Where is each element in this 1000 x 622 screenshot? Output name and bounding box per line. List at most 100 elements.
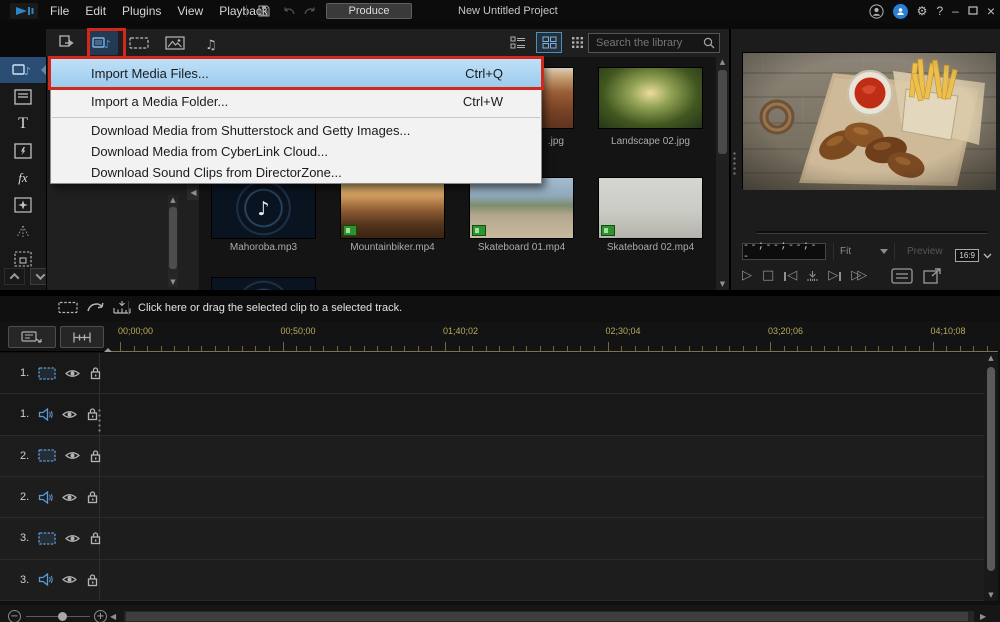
preview-resize-handle[interactable] [733,151,736,177]
range-selection-button[interactable] [60,326,104,348]
preview-seek-bar[interactable] [757,231,987,234]
menu-item-download-media-from-cyberlink-cloud[interactable]: Download Media from CyberLink Cloud... [51,141,541,162]
menu-item-download-sound-clips-from-directorzone[interactable]: Download Sound Clips from DirectorZone..… [51,162,541,183]
timeline-scroll-right-icon[interactable]: ▶ [980,612,986,622]
audio-track-row[interactable]: 1. [0,394,984,435]
minimize-icon[interactable]: – [952,0,959,22]
video-thumbnail[interactable] [598,177,703,239]
audio-track-row[interactable]: 3. [0,560,984,601]
close-icon[interactable]: × [987,0,995,22]
track-visibility-eye-icon[interactable] [62,492,77,503]
video-track-row[interactable]: 1. [0,353,984,394]
fast-forward-button[interactable]: ▷▷ [851,267,867,285]
track-header-resize-handle[interactable] [97,408,102,432]
cyberlink-account-avatar[interactable] [893,4,908,19]
redo-icon[interactable] [303,6,317,16]
menu-item-download-media-from-shutterstock-and-getty-images[interactable]: Download Media from Shutterstock and Get… [51,120,541,141]
sidebar-item-particle-room[interactable] [0,192,46,218]
menu-plugins[interactable]: Plugins [122,4,161,18]
undock-preview-button[interactable] [923,268,942,284]
help-icon[interactable]: ? [936,0,943,22]
explorer-scroll-down-icon[interactable]: ▼ [168,277,178,287]
media-item-skateboard-02-mp4[interactable]: Skateboard 02.mp4 [598,177,703,253]
timeline-hint-text[interactable]: Click here or drag the selected clip to … [138,302,402,314]
timeline-vertical-scrollbar[interactable]: ▲ ▼ [984,353,998,601]
sidebar-item-title-room[interactable]: T [0,111,46,137]
menu-file[interactable]: File [50,4,69,18]
menu-item-import-media-files[interactable]: Import Media Files...Ctrl+Q [51,59,541,87]
scroll-rooms-up-button[interactable] [4,268,25,285]
video-track-row[interactable]: 2. [0,436,984,477]
track-visibility-eye-icon[interactable] [65,450,80,461]
sidebar-item-media-room[interactable]: ♪ [0,57,46,83]
video-filter-button[interactable] [124,31,154,55]
playhead-marker[interactable] [104,344,112,352]
media-viewer-button[interactable] [891,268,913,284]
search-icon[interactable] [703,37,715,49]
menu-item-import-a-media-folder[interactable]: Import a Media Folder...Ctrl+W [51,87,541,115]
timeline-scroll-up-icon[interactable]: ▲ [984,353,998,363]
preview-quality-dropdown[interactable]: Preview [901,243,957,260]
video-thumbnail[interactable] [340,177,445,239]
undo-icon[interactable] [282,6,296,16]
sidebar-item-pip-objects-room[interactable] [0,138,46,164]
zoom-slider-handle[interactable] [58,612,67,621]
video-track-row[interactable]: 3. [0,518,984,559]
timeline-scroll-down-icon[interactable]: ▼ [984,590,998,600]
zoom-in-button[interactable]: + [94,610,107,622]
save-icon[interactable] [258,5,270,17]
media-item-mahoroba-mp3[interactable]: ♪Mahoroba.mp3 [211,177,316,253]
sidebar-item-adjustment-room[interactable] [0,84,46,110]
track-visibility-eye-icon[interactable] [65,368,80,379]
search-input[interactable] [596,37,703,49]
track-lock-icon[interactable] [89,366,102,380]
track-lock-icon[interactable] [89,449,102,463]
timeline-scroll-left-icon[interactable]: ◀ [110,612,116,622]
track-visibility-eye-icon[interactable] [65,533,80,544]
library-scrollbar[interactable]: ▲ ▼ [716,57,729,290]
library-scroll-down-icon[interactable]: ▼ [716,279,729,289]
list-view-button[interactable] [505,32,531,53]
timeline-horizontal-scrollbar[interactable] [124,611,974,622]
user-account-icon[interactable] [869,4,884,19]
track-lock-icon[interactable] [86,490,99,504]
stop-button[interactable]: □ [762,267,774,285]
aspect-ratio-control[interactable]: 16:9 [955,249,992,262]
track-lock-icon[interactable] [86,573,99,587]
library-menu-grid-icon[interactable] [567,32,587,53]
menu-edit[interactable]: Edit [85,4,106,18]
track-manager-button[interactable] [8,326,56,348]
menu-view[interactable]: View [177,4,203,18]
import-media-button[interactable] [52,31,82,55]
zoom-out-button[interactable]: − [8,610,21,622]
track-visibility-eye-icon[interactable] [62,574,77,585]
sidebar-item-effect-room[interactable]: fx [0,165,46,191]
timecode-display[interactable]: --;--;--;-- [742,243,826,260]
video-thumbnail[interactable] [469,177,574,239]
insert-arrow-icon[interactable] [87,302,104,314]
grid-view-button[interactable] [536,32,562,53]
previous-frame-button[interactable]: ◁ [784,267,797,285]
produce-button[interactable]: Produce [326,3,412,19]
maximize-icon[interactable] [968,0,978,22]
zoom-fit-dropdown[interactable]: Fit [833,243,895,260]
media-item-partial[interactable] [211,277,316,290]
track-visibility-eye-icon[interactable] [62,409,77,420]
media-item-skateboard-01-mp4[interactable]: Skateboard 01.mp4 [469,177,574,253]
play-button[interactable]: ▷ [742,267,752,285]
library-scroll-up-icon[interactable]: ▲ [716,57,729,67]
explorer-scrollbar[interactable]: ▲ ▼ [168,195,178,287]
audio-track-row[interactable]: 2. [0,477,984,518]
timeline-ruler[interactable]: 00;00;0000;50;0001;40;0202;30;0403;20;06… [110,322,998,352]
photo-filter-button[interactable] [160,31,190,55]
seek-marker-button[interactable] [807,270,818,282]
audio-thumbnail[interactable]: ♪ [211,177,316,239]
track-lock-icon[interactable] [89,531,102,545]
settings-gear-icon[interactable]: ⚙ [917,0,928,22]
select-clip-icon[interactable] [58,301,78,314]
next-frame-button[interactable]: ▷ [828,267,841,285]
media-item-mountainbiker-mp4[interactable]: Mountainbiker.mp4 [340,177,445,253]
explorer-scroll-up-icon[interactable]: ▲ [168,195,178,205]
image-thumbnail[interactable] [598,67,703,129]
aspect-ratio-value[interactable]: 16:9 [955,249,979,262]
